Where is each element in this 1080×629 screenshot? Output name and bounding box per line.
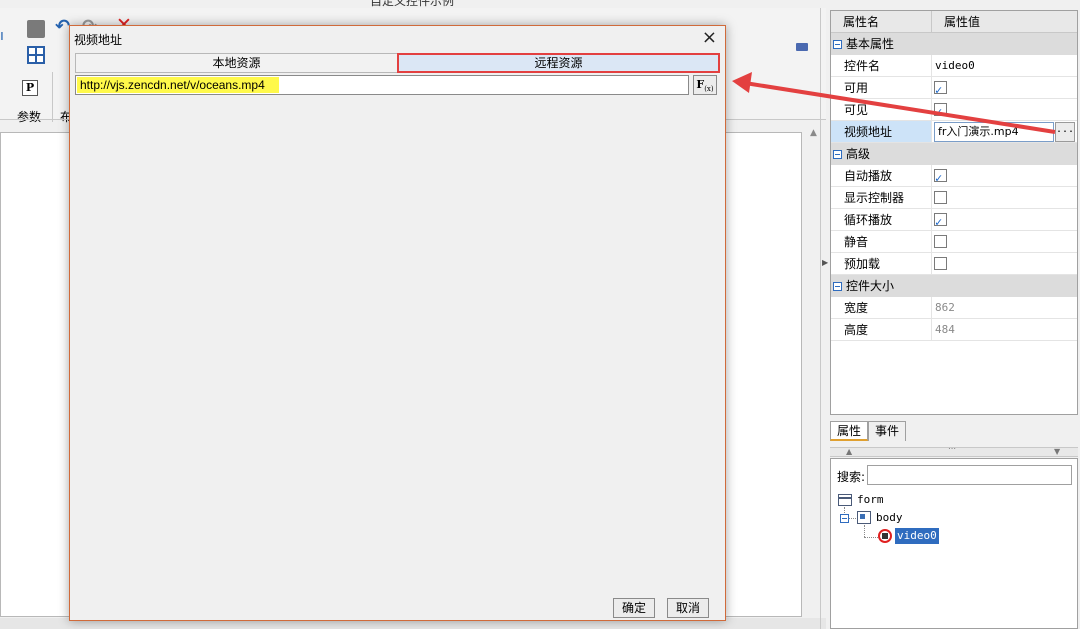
property-row-visible[interactable]: 可见 [831,99,1077,123]
property-name: 高度 [831,319,932,340]
property-name-header: 属性名 [831,11,932,32]
dialog-body [75,98,720,593]
panel-splitter[interactable]: ▲ ⋯ ▼ [830,444,1078,457]
collapse-minus-icon[interactable] [833,39,842,49]
controls-checkbox[interactable] [934,191,947,204]
video-url-browse-button[interactable]: ... [1055,122,1075,142]
tree-node-form[interactable]: form [857,492,884,508]
panel-divider[interactable] [820,8,821,629]
group-basic[interactable]: 基本属性 [831,33,1077,55]
group-label: 控件大小 [846,279,895,293]
property-row-control-name[interactable]: 控件名 video0 [831,55,1077,77]
property-name: 自动播放 [831,165,932,186]
tab-local-resource[interactable]: 本地资源 [76,54,398,72]
video-icon [878,529,892,543]
tree-connector [849,518,856,519]
body-icon [857,511,871,524]
toolbar-separator [52,72,53,122]
tab-properties[interactable]: 属性 [830,421,869,441]
save-icon[interactable] [27,20,45,38]
expand-icon[interactable]: ▲ [810,128,817,138]
video-url-dialog: 视频地址 × 本地资源 远程资源 http://vjs.zencdn.net/v… [69,25,726,621]
property-name: 显示控制器 [831,187,932,208]
ok-button[interactable]: 确定 [613,598,655,618]
add-grid-icon[interactable] [27,46,45,64]
tree-node-video[interactable]: video0 [895,528,939,544]
group-label: 高级 [846,147,871,161]
preload-checkbox[interactable] [934,257,947,270]
property-row-video-url[interactable]: 视频地址 fr入门演示.mp4 ... [831,121,1077,143]
property-row-width[interactable]: 宽度 862 [831,297,1077,319]
tab-events[interactable]: 事件 [868,421,907,441]
mute-checkbox[interactable] [934,235,947,248]
tab-remote-resource[interactable]: 远程资源 [397,53,720,73]
property-row-loop[interactable]: 循环播放 [831,209,1077,233]
tree-node-body[interactable]: body [876,510,903,526]
visible-checkbox[interactable] [934,101,947,123]
autoplay-checkbox[interactable] [934,167,947,189]
property-header: 属性名 属性值 [831,11,1077,33]
property-panel: 属性名 属性值 基本属性 控件名 video0 可用 可见 视频地址 fr入门演… [830,10,1078,415]
tree-connector [864,525,865,537]
property-value[interactable]: 862 [932,297,1077,318]
close-icon[interactable]: × [702,26,717,50]
property-name: 宽度 [831,297,932,318]
property-row-mute[interactable]: 静音 [831,231,1077,253]
tree-collapse-icon[interactable] [840,514,849,523]
property-name: 预加载 [831,253,932,274]
cancel-button[interactable]: 取消 [667,598,709,618]
group-label: 基本属性 [846,37,895,51]
dialog-title: 视频地址 [74,33,123,47]
drag-handle-icon[interactable]: ⋯ [948,444,956,453]
widget-tree: 搜索: form body video0 [830,458,1078,629]
parameter-icon[interactable]: P [22,80,38,96]
resource-tabs: 本地资源 远程资源 [75,53,720,73]
collapse-arrow-icon[interactable]: ▶ [822,258,828,267]
group-advanced[interactable]: 高级 [831,143,1077,165]
parameter-label[interactable]: 参数 [17,108,41,125]
property-row-preload[interactable]: 预加载 [831,253,1077,275]
enabled-checkbox[interactable] [934,79,947,101]
formula-button[interactable]: F(x) [693,75,717,95]
form-icon [838,494,852,506]
collapse-minus-icon[interactable] [833,149,842,159]
property-value[interactable]: video0 [932,55,1077,76]
search-label: 搜索: [837,470,866,484]
group-size[interactable]: 控件大小 [831,275,1077,297]
property-row-controls[interactable]: 显示控制器 [831,187,1077,209]
left-edge-icon: ı [0,28,4,44]
tree-connector [864,537,878,538]
property-name: 循环播放 [831,209,932,230]
loop-checkbox[interactable] [934,211,947,233]
remote-url-input[interactable]: http://vjs.zencdn.net/v/oceans.mp4 [75,75,689,95]
property-value-header: 属性值 [944,15,981,29]
property-name: 控件名 [831,55,932,76]
property-name: 视频地址 [831,121,932,142]
panel-menu-icon[interactable] [796,43,808,51]
remote-url-value[interactable]: http://vjs.zencdn.net/v/oceans.mp4 [77,77,279,93]
panel-tabs: 属性 事件 [830,421,907,441]
collapse-down-icon[interactable]: ▼ [1054,447,1060,456]
formula-sub-label: (x) [704,85,714,94]
property-name: 可用 [831,77,932,98]
property-name: 静音 [831,231,932,252]
collapse-minus-icon[interactable] [833,281,842,291]
collapse-up-icon[interactable]: ▲ [846,447,852,456]
property-row-enabled[interactable]: 可用 [831,77,1077,101]
property-row-height[interactable]: 高度 484 [831,319,1077,341]
property-value[interactable]: 484 [932,319,1077,340]
video-url-field[interactable]: fr入门演示.mp4 [934,122,1054,142]
search-input[interactable] [867,465,1072,485]
property-name: 可见 [831,99,932,120]
property-row-autoplay[interactable]: 自动播放 [831,165,1077,189]
